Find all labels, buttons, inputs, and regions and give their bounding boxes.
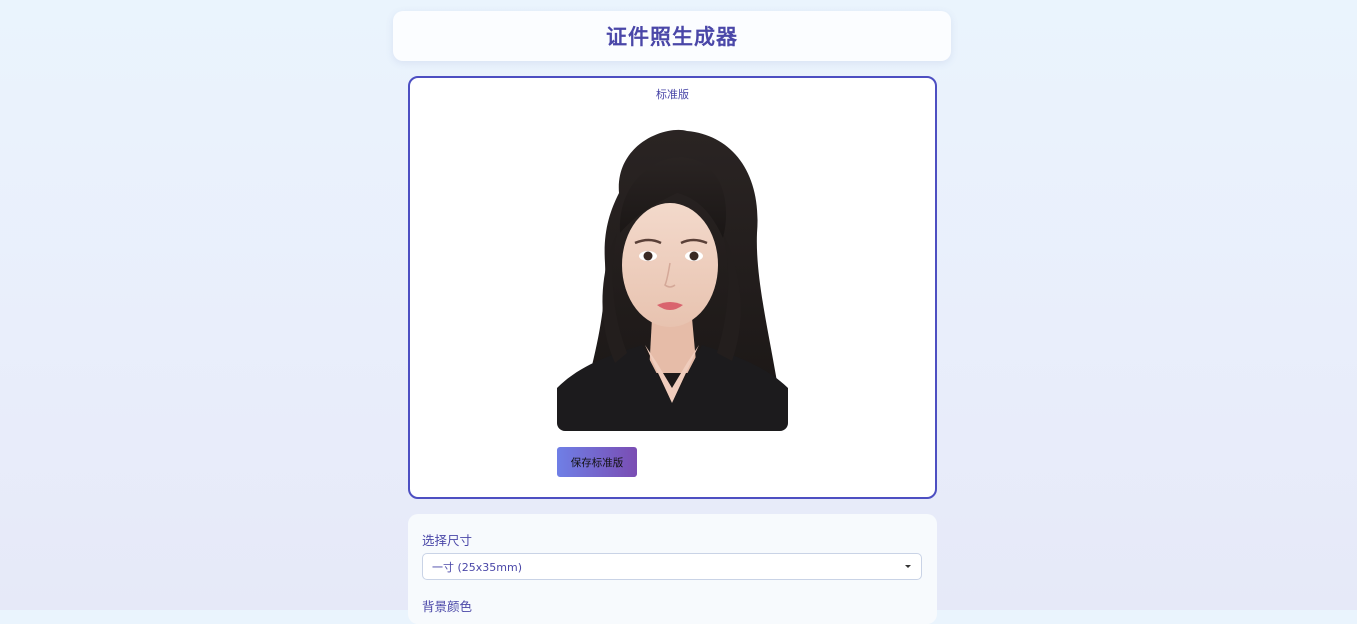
portrait-photo xyxy=(557,113,788,431)
chevron-down-icon xyxy=(905,565,911,568)
page-title: 证件照生成器 xyxy=(606,25,738,49)
preview-card: 标准版 保存标准版 xyxy=(408,76,937,499)
preview-label: 标准版 xyxy=(656,88,689,101)
background-color-label: 背景颜色 xyxy=(422,599,473,614)
size-label: 选择尺寸 xyxy=(422,533,473,548)
save-standard-button[interactable]: 保存标准版 xyxy=(557,447,637,477)
settings-card: 选择尺寸 一寸 (25x35mm) 背景颜色 xyxy=(408,514,937,624)
app-header: 证件照生成器 xyxy=(393,11,951,61)
portrait-image xyxy=(557,113,788,431)
size-select-value: 一寸 (25x35mm) xyxy=(432,560,523,574)
size-select[interactable]: 一寸 (25x35mm) xyxy=(422,553,922,580)
